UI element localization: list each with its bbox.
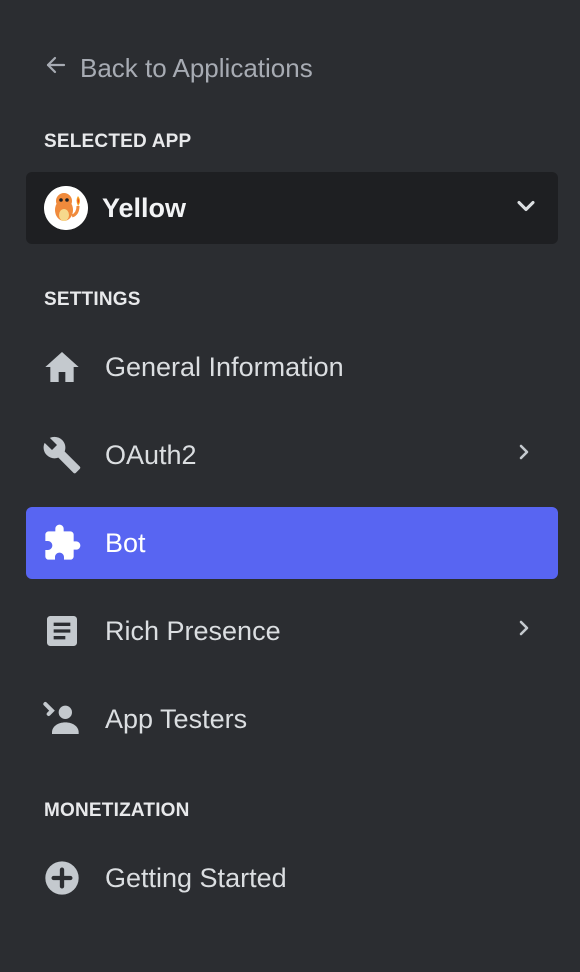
nav-item-app-testers[interactable]: App Testers: [26, 683, 558, 755]
nav-item-general-information[interactable]: General Information: [26, 331, 558, 403]
app-selector-dropdown[interactable]: Yellow: [26, 172, 558, 244]
chevron-down-icon: [512, 192, 540, 225]
user-icon: [42, 699, 82, 739]
selected-app-name: Yellow: [102, 192, 187, 223]
selected-app-heading: SELECTED APP: [44, 131, 192, 152]
nav-item-label: OAuth2: [105, 439, 197, 470]
back-link-label: Back to Applications: [80, 52, 313, 83]
home-icon: [42, 347, 82, 387]
arrow-left-icon: [44, 53, 68, 84]
nav-item-label: General Information: [105, 351, 344, 382]
settings-heading: SETTINGS: [44, 289, 141, 310]
nav-item-rich-presence[interactable]: Rich Presence: [26, 595, 558, 667]
plus-circle-icon: [42, 858, 82, 898]
chevron-right-icon: [512, 440, 536, 471]
nav-item-label: Rich Presence: [105, 615, 281, 646]
monetization-heading: MONETIZATION: [44, 800, 190, 821]
wrench-icon: [42, 435, 82, 475]
puzzle-piece-icon: [42, 523, 82, 563]
document-icon: [42, 611, 82, 651]
chevron-right-icon: [512, 616, 536, 647]
nav-item-label: Bot: [105, 527, 146, 558]
nav-item-getting-started[interactable]: Getting Started: [26, 842, 558, 914]
nav-item-label: App Testers: [105, 703, 248, 734]
back-to-applications-link[interactable]: Back to Applications: [44, 48, 313, 88]
nav-item-oauth2[interactable]: OAuth2: [26, 419, 558, 491]
nav-item-bot[interactable]: Bot: [26, 507, 558, 579]
developer-sidebar: Back to Applications SELECTED APP Yellow…: [0, 0, 580, 972]
nav-item-label: Getting Started: [105, 862, 287, 893]
app-avatar: [44, 186, 88, 230]
